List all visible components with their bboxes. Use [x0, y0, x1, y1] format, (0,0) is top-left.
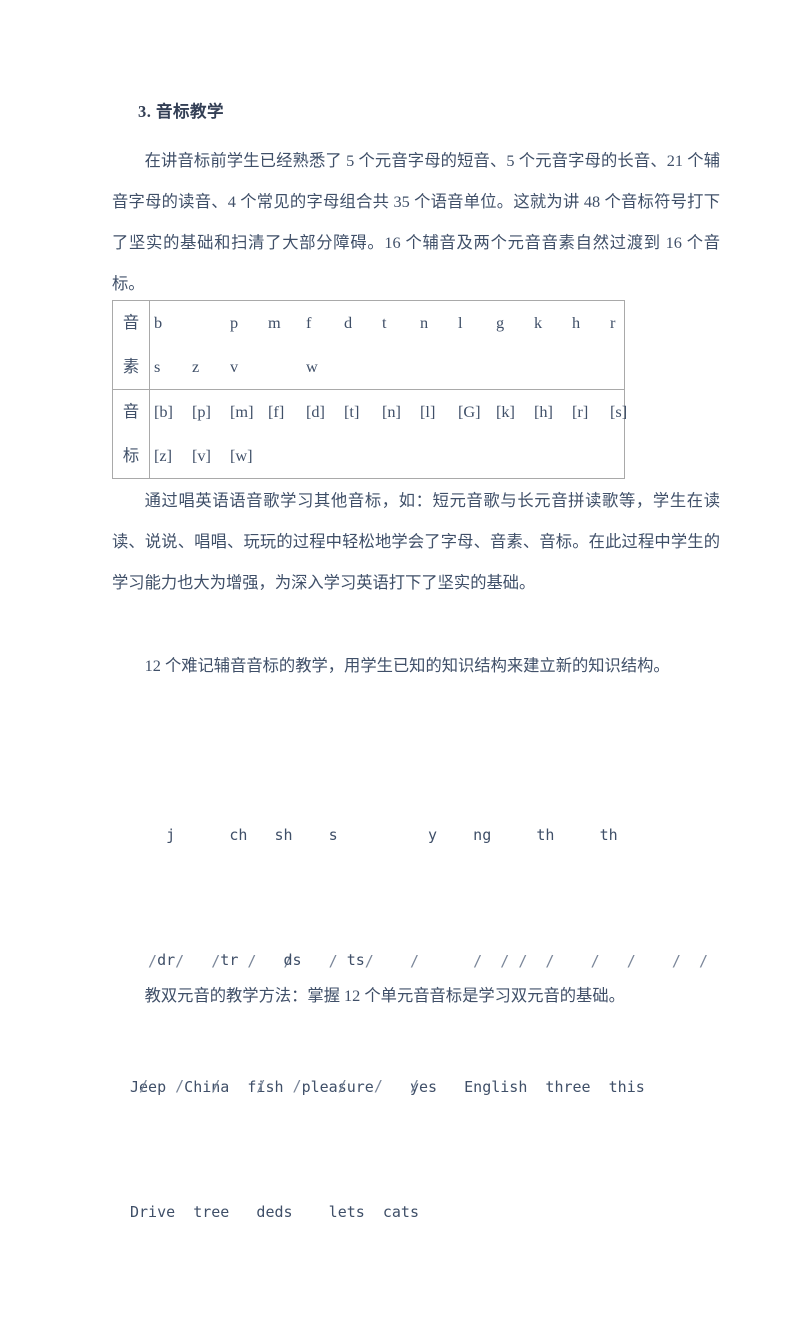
row-label-char-1: 音	[122, 402, 140, 421]
table-token: b	[154, 313, 163, 332]
phoneme-letters-cell: b p m f d t n l g k h r s z v w	[149, 300, 625, 390]
table-token: d	[344, 313, 353, 332]
table-token: [l]	[420, 402, 436, 421]
phoneme-letters-line-2: szvw	[154, 345, 624, 389]
table-token: t	[382, 313, 387, 332]
page-title: 3. 音标教学	[138, 102, 224, 121]
paragraph-twelve-consonants: 12 个难记辅音音标的教学，用学生已知的知识结构来建立新的知识结构。	[144, 656, 670, 675]
row-label-phoneme: 音 素	[112, 300, 150, 390]
table-token: [h]	[534, 402, 553, 421]
table-token: n	[420, 313, 429, 332]
phonetic-symbols-line-2: [z] [v] [w]	[154, 434, 624, 478]
row-label-char-2: 素	[122, 357, 140, 376]
table-token: h	[572, 313, 581, 332]
phonetic-symbols-cell: [b] [p] [m] [f] [d] [t] [n] [l] [G] [k] [h] [r] [s] …	[149, 389, 627, 479]
table-token: [f]	[268, 402, 285, 421]
paragraph-songs: 通过唱英语语音歌学习其他音标，如：短元音歌与长元音拼读歌等，学生在读读、说说、唱…	[112, 491, 720, 592]
row-label-char-1: 音	[122, 313, 140, 332]
table-token: [p]	[192, 402, 211, 421]
row-label-char-2: 标	[122, 446, 140, 465]
example-slash-row: / / / / / / / /	[130, 1077, 419, 1095]
phonics-example-group-2: dr tr ds ts / / / / / / / / Drive tree d…	[130, 855, 419, 1317]
table-token: [w]	[230, 446, 253, 465]
table-token: k	[534, 313, 543, 332]
table-row: 音 标 [b] [p] [m] [f] [d] [t] [n] [l] [G] [k] [h] [r]…	[112, 389, 627, 479]
table-token: [v]	[192, 446, 211, 465]
table-token: [z]	[154, 446, 173, 465]
table-token: f	[306, 313, 312, 332]
table-token: [r]	[572, 402, 589, 421]
document-page: 3. 音标教学 在讲音标前学生已经熟悉了 5 个元音字母的短音、5 个元音字母的…	[0, 0, 794, 1221]
table-token: g	[496, 313, 505, 332]
example-letters-row: j ch sh s y ng th th	[130, 826, 618, 844]
table-token: s	[154, 357, 161, 376]
table-token: m	[268, 313, 281, 332]
table-token: [G]	[458, 402, 481, 421]
table-token: [t]	[344, 402, 360, 421]
phoneme-letters-line-1: bpmfdtnlgkhr	[154, 301, 624, 345]
table-token: r	[610, 313, 616, 332]
table-token: w	[306, 357, 318, 376]
table-token: [k]	[496, 402, 515, 421]
table-token: z	[192, 357, 200, 376]
table-token: v	[230, 357, 239, 376]
paragraph-diphthong: 教双元音的教学方法：掌握 12 个单元音音标是学习双元音的基础。	[144, 986, 625, 1005]
example-words-row: Drive tree deds lets cats	[130, 1203, 419, 1221]
table-token: [b]	[154, 402, 173, 421]
table-token: [d]	[306, 402, 325, 421]
paragraph-intro: 在讲音标前学生已经熟悉了 5 个元音字母的短音、5 个元音字母的长音、21 个辅…	[112, 151, 720, 293]
phoneme-symbol-table: 音 素 b p m f d t n l g k h r s z v w 音 标 [b] [p] [m] [f] [d…	[112, 300, 627, 479]
table-token: [n]	[382, 402, 401, 421]
phonetic-symbols-line-1: [b] [p] [m] [f] [d] [t] [n] [l] [G] [k] [h] [r] [s]	[154, 390, 627, 434]
table-token: [s]	[610, 402, 628, 421]
table-token: l	[458, 313, 463, 332]
row-label-symbol: 音 标	[112, 389, 150, 479]
table-row: 音 素 b p m f d t n l g k h r s z v w	[112, 300, 625, 390]
table-token: [m]	[230, 402, 254, 421]
table-token: p	[230, 313, 239, 332]
